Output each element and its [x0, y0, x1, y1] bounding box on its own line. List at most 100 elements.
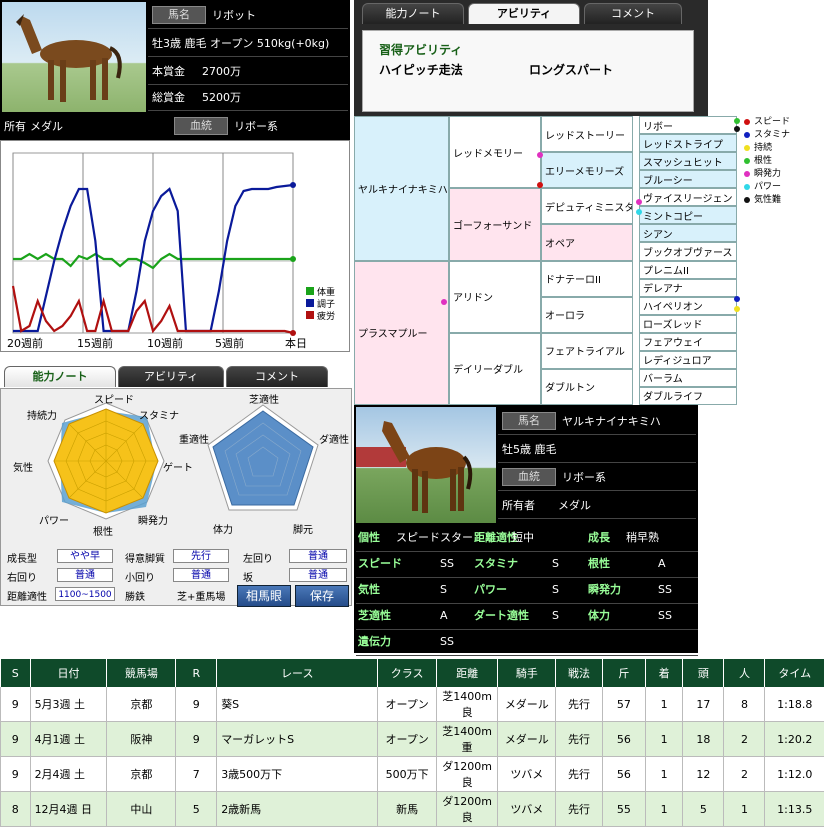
pedigree-cell[interactable]: リボー [639, 116, 737, 134]
pedigree-cell[interactable]: ブルーシー [639, 170, 737, 188]
race-row[interactable]: 812月4週 日中山52歳新馬新馬ダ1200m良ツバメ先行551511:13.5 [1, 792, 824, 827]
stat-label: 個性 [358, 525, 380, 551]
race-cell: 56 [602, 757, 645, 792]
radar-label-temper: 気性 [13, 461, 33, 474]
top-tab-bar: 能力ノート アビリティ コメント [354, 0, 708, 24]
pedigree-cell[interactable]: ミントコピー [639, 206, 737, 224]
distance-label: 距離適性 [7, 588, 47, 603]
pedigree-cell[interactable]: アリドン [449, 261, 541, 333]
pedigree-cell[interactable]: ダブルトン [541, 369, 633, 405]
pedigree-cell[interactable]: ドナテーロII [541, 261, 633, 297]
pedigree-cell[interactable]: オーロラ [541, 297, 633, 333]
tab-ability-note[interactable]: 能力ノート [362, 3, 464, 24]
legend-label: 持続 [754, 143, 772, 153]
partner-blood: リボー系 [562, 469, 606, 485]
race-cell: 1:18.8 [765, 687, 824, 722]
series-endpoint [290, 182, 296, 188]
pedigree-cell[interactable]: オペア [541, 224, 633, 260]
pedigree-cell[interactable]: フェアトライアル [541, 333, 633, 369]
soumagan-button[interactable]: 相馬眼 [237, 585, 291, 607]
stat-value: S [440, 577, 447, 603]
tab-comment[interactable]: コメント [584, 3, 682, 24]
ability-title: 習得アビリティ [379, 41, 462, 58]
stat-value: SS [440, 551, 454, 577]
pedigree-cell[interactable]: レディジュロア [639, 351, 737, 369]
pedigree-cell[interactable]: バーラム [639, 369, 737, 387]
race-row[interactable]: 94月1週 土阪神9マーガレットSオープン芝1400m重メダール先行561182… [1, 722, 824, 757]
partner-owner-row: 所有者 メダル [498, 491, 696, 519]
blood-button[interactable]: 血統 [502, 468, 556, 486]
pedigree-table: ヤルキナイナキミハプラスマプルー レッドメモリーゴーフォーサンドアリドンデイリーダ… [354, 116, 789, 405]
leg-value: 先行 [173, 549, 229, 563]
race-cell: 5 [683, 792, 724, 827]
race-header-cell: 日付 [30, 659, 107, 687]
race-cell: 2 [724, 757, 765, 792]
race-cell: 9 [176, 722, 217, 757]
pedigree-cell[interactable]: ヤルキナイナキミハ [354, 116, 449, 261]
name-tag: 馬名 [502, 412, 556, 430]
race-cell: 新馬 [378, 792, 436, 827]
race-row[interactable]: 92月4週 土京都73歳500万下500万下ダ1200m良ツバメ先行561122… [1, 757, 824, 792]
pedigree-cell[interactable]: スマッシュヒット [639, 152, 737, 170]
legend-label: パワー [754, 182, 781, 192]
x-tick-label: 20週前 [7, 336, 43, 350]
stat-label: 気性 [358, 577, 380, 603]
factor-dot [636, 209, 642, 215]
tab-abilities[interactable]: アビリティ [468, 3, 580, 24]
race-cell: オープン [378, 687, 436, 722]
ability-box: 習得アビリティ ハイピッチ走法 ロングスパート [362, 30, 694, 112]
pedigree-cell[interactable]: ヴァイスリージェン [639, 188, 737, 206]
blood-button[interactable]: 血統 [174, 117, 228, 135]
tab-abilities[interactable]: アビリティ [118, 366, 224, 387]
race-cell: 2 [724, 722, 765, 757]
pedigree-cell[interactable]: ハイペリオン [639, 297, 737, 315]
race-cell: ツバメ [498, 757, 556, 792]
radar-label-turf: 芝適性 [249, 393, 279, 406]
race-history: S日付競馬場Rレースクラス距離騎手戦法斤着頭人タイム 95月3週 土京都9葵Sオ… [0, 659, 824, 802]
stat-label: 根性 [588, 551, 610, 577]
pedigree-cell[interactable]: ブックオブヴァース [639, 242, 737, 260]
partner-name-row: 馬名 ヤルキナイナキミハ [498, 407, 696, 435]
track-label: 勝鉄 [125, 588, 145, 603]
stat-value: S [552, 577, 559, 603]
pedigree-cell[interactable]: プラスマプルー [354, 261, 449, 406]
race-cell: 12月4週 日 [30, 792, 107, 827]
stat-label: 成長 [588, 525, 610, 551]
growth-value: やや早 [57, 549, 113, 563]
factor-dot [441, 299, 447, 305]
factor-dot [537, 152, 543, 158]
pedigree-cell[interactable]: レッドメモリー [449, 116, 541, 188]
race-cell: 1 [724, 792, 765, 827]
pedigree-cell[interactable]: プレニムII [639, 261, 737, 279]
race-cell: 芝1400m重 [436, 722, 498, 757]
tab-ability-note[interactable]: 能力ノート [4, 366, 116, 387]
growth-label: 成長型 [7, 550, 37, 565]
pedigree-cell[interactable]: シアン [639, 224, 737, 242]
owner-label: 所有 [4, 118, 26, 134]
pedigree-cell[interactable]: エリーメモリーズ [541, 152, 633, 188]
slope-label: 坂 [243, 569, 253, 584]
pedigree-cell[interactable]: ダブルライフ [639, 387, 737, 405]
pedigree-cell[interactable]: レッドストライプ [639, 134, 737, 152]
race-header-cell: 戦法 [556, 659, 603, 687]
tab-comment[interactable]: コメント [226, 366, 328, 387]
x-tick-label: 5週前 [215, 336, 244, 350]
race-row[interactable]: 95月3週 土京都9葵Sオープン芝1400m良メダール先行5711781:18.… [1, 687, 824, 722]
distance-value: 1100~1500 [55, 587, 115, 601]
race-cell: 葵S [217, 687, 378, 722]
race-cell: ダ1200m良 [436, 757, 498, 792]
pedigree-cell[interactable]: デイリーダブル [449, 333, 541, 405]
race-header-cell: 距離 [436, 659, 498, 687]
save-button[interactable]: 保存 [295, 585, 349, 607]
pedigree-cell[interactable]: デピュティミニスタ [541, 188, 633, 224]
pedigree-cell[interactable]: レッドストーリー [541, 116, 633, 152]
race-header-cell: 頭 [683, 659, 724, 687]
x-tick-label: 10週前 [147, 336, 183, 350]
race-cell: 8 [1, 792, 31, 827]
pedigree-cell[interactable]: デレアナ [639, 279, 737, 297]
pedigree-cell[interactable]: フェアウェイ [639, 333, 737, 351]
ability-panel: 習得アビリティ ハイピッチ走法 ロングスパート [354, 24, 708, 116]
pedigree-cell[interactable]: ゴーフォーサンド [449, 188, 541, 260]
pedigree-cell[interactable]: ローズレッド [639, 315, 737, 333]
radar-label-burst: 瞬発力 [138, 514, 168, 527]
